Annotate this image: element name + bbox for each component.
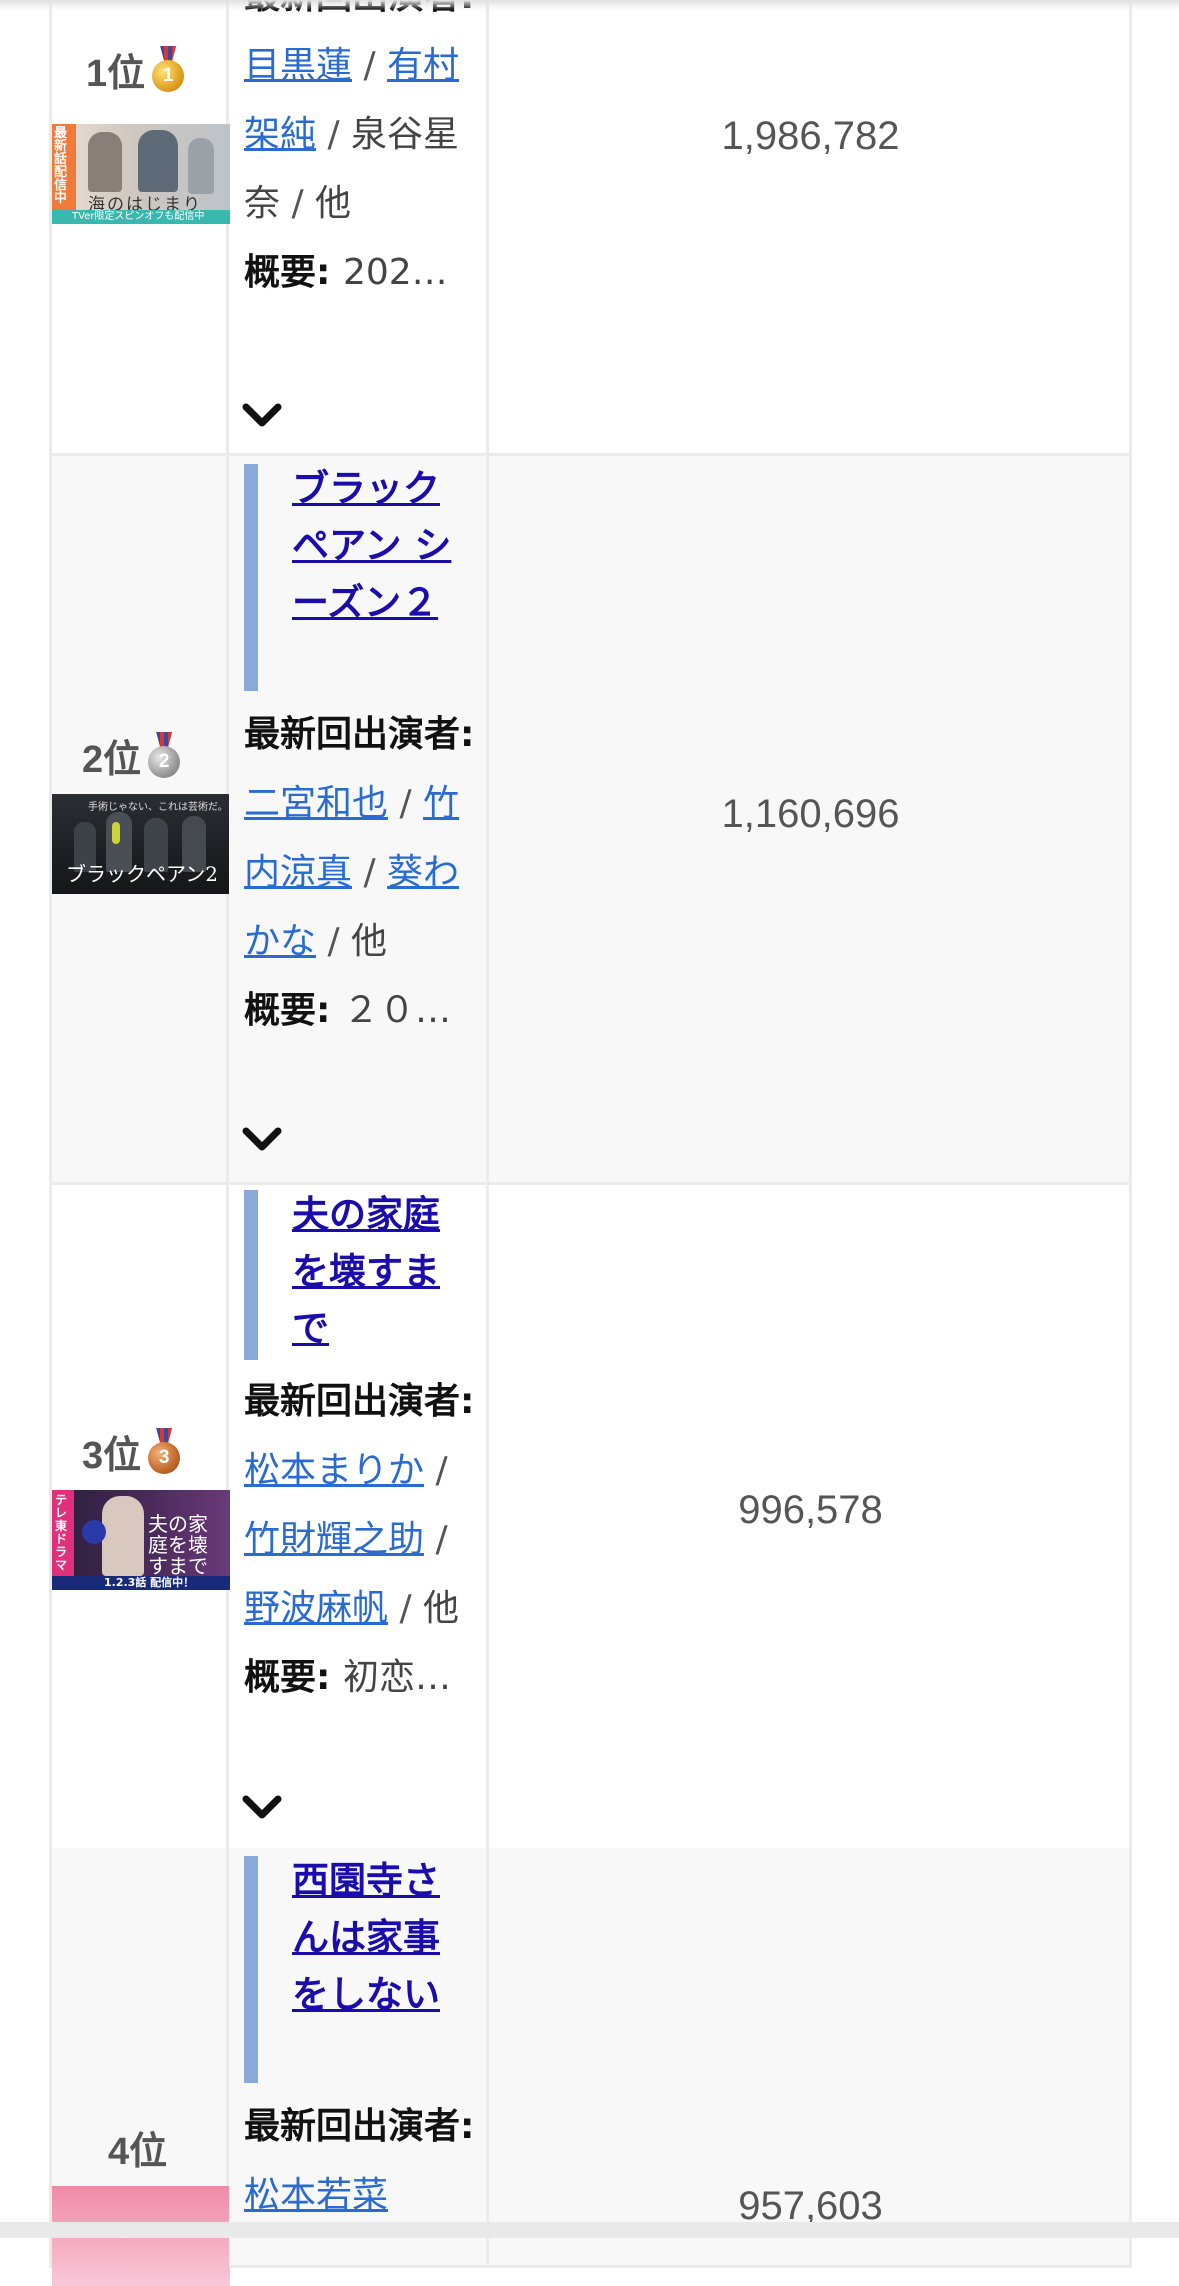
ranking-table: 1位 1 最新話配信中 海のはじまり TVer限定スピンオフも配信中 最新回出演… [49, 0, 1132, 2286]
rank-label: 2位 2 [82, 732, 232, 781]
summary-text: 202… [342, 252, 448, 293]
title-accent-bar [244, 464, 258, 691]
gold-medal-icon: 1 [151, 46, 185, 92]
program-title-link[interactable]: 西園寺さんは家事をしない [292, 1852, 452, 2023]
cast-more: 他 [351, 921, 388, 962]
program-thumbnail[interactable]: 手術じゃない、これは芸術だ。 ブラックペアン2 [52, 794, 230, 894]
silver-medal-icon: 2 [147, 732, 181, 778]
program-info: 最新回出演者: 松本まりか / 竹財輝之助 / 野波麻帆 / 他 概要: 初恋… [244, 1381, 475, 1698]
summary-label: 概要 [244, 252, 317, 293]
rank-label: 3位 3 [82, 1428, 232, 1477]
cast-link[interactable]: 松本若菜 [244, 2175, 388, 2216]
cast-link[interactable]: 竹財輝之助 [244, 1519, 424, 1560]
thumbnail-tagline: 手術じゃない、これは芸術だ。 [88, 802, 228, 813]
program-info: 最新回出演者: 二宮和也 / 竹内涼真 / 葵わかな / 他 概要: ２０… [244, 714, 475, 1031]
table-row: 1位 1 最新話配信中 海のはじまり TVer限定スピンオフも配信中 最新回出演… [49, 0, 1132, 456]
thumbnail-badge: テレ東ドラマ [55, 1493, 68, 1572]
view-count: 996,578 [738, 1488, 883, 1532]
program-thumbnail[interactable]: テレ東ドラマ 夫の家庭を壊すまで 1.2.3話 配信中！ [52, 1490, 230, 1590]
program-title-link[interactable]: 夫の家庭を壊すまで [292, 1186, 452, 1357]
table-row: 4位 西園寺さんは家事をしない 最新回出演者: 松本若菜 957,603 [49, 1848, 1132, 2286]
summary-text: ２０… [342, 990, 451, 1031]
cast-more: 他 [423, 1588, 460, 1629]
thumbnail-footer: TVer限定スピンオフも配信中 [72, 211, 205, 222]
cast-link[interactable]: 野波麻帆 [244, 1588, 388, 1629]
details-cell: ブラックペアン シーズン２ 最新回出演者: 二宮和也 / 竹内涼真 / 葵わかな… [229, 456, 489, 1185]
views-cell: 957,603 [489, 1848, 1132, 2268]
rank-label: 1位 1 [86, 46, 236, 95]
thumbnail-caption: ブラックペアン2 [66, 862, 218, 886]
cast-label: 最新回出演者 [244, 714, 461, 755]
thumbnail-badge: 最新話配信中 [54, 126, 68, 206]
summary-text: 初恋… [342, 1657, 451, 1698]
chevron-down-icon[interactable] [240, 1792, 284, 1822]
chevron-down-icon[interactable] [240, 400, 284, 430]
title-accent-bar [244, 1856, 258, 2083]
program-thumbnail[interactable]: 最新話配信中 海のはじまり TVer限定スピンオフも配信中 [52, 124, 230, 224]
rank-cell: 2位 2 手術じゃない、これは芸術だ。 ブラックペアン2 [49, 456, 232, 1185]
views-cell: 1,986,782 [489, 0, 1132, 456]
program-info: 最新回出演者: 目黒蓮 / 有村架純 / 泉谷星奈 / 他 概要: 202… [244, 0, 484, 307]
thumbnail-footer: 1.2.3話 配信中！ [104, 1576, 195, 1589]
cast-link[interactable]: 二宮和也 [244, 783, 388, 824]
table-row: 3位 3 テレ東ドラマ 夫の家庭を壊すまで 1.2.3話 配信中！ 夫の家庭を壊… [49, 1182, 1132, 1851]
cast-label: 最新回出演者 [244, 2106, 461, 2147]
bronze-medal-icon: 3 [147, 1428, 181, 1474]
table-row: 2位 2 手術じゃない、これは芸術だ。 ブラックペアン2 ブラックペアン シーズ… [49, 456, 1132, 1185]
chevron-down-icon[interactable] [240, 1124, 284, 1154]
details-cell: 西園寺さんは家事をしない 最新回出演者: 松本若菜 [229, 1848, 489, 2268]
title-accent-bar [244, 1190, 258, 1360]
bottom-edge-bar [0, 2222, 1179, 2238]
summary-label: 概要 [244, 990, 317, 1031]
rank-cell: 4位 [49, 1848, 230, 2286]
views-cell: 1,160,696 [489, 456, 1132, 1185]
rank-cell: 3位 3 テレ東ドラマ 夫の家庭を壊すまで 1.2.3話 配信中！ [49, 1182, 232, 1851]
cast-link[interactable]: 松本まりか [244, 1450, 424, 1491]
top-edge-shadow [0, 0, 1179, 10]
program-title-link[interactable]: ブラックペアン シーズン２ [292, 460, 452, 631]
thumbnail-caption: 夫の家庭を壊すまで [148, 1512, 208, 1578]
rank-cell: 1位 1 最新話配信中 海のはじまり TVer限定スピンオフも配信中 [49, 0, 230, 456]
program-info: 最新回出演者: 松本若菜 [244, 2106, 475, 2216]
summary-label: 概要 [244, 1657, 317, 1698]
view-count: 1,160,696 [721, 792, 900, 836]
details-cell: 夫の家庭を壊すまで 最新回出演者: 松本まりか / 竹財輝之助 / 野波麻帆 /… [229, 1182, 489, 1851]
views-cell: 996,578 [489, 1182, 1132, 1851]
cast-more: 他 [315, 183, 352, 224]
view-count: 1,986,782 [721, 114, 900, 158]
cast-link[interactable]: 目黒蓮 [244, 45, 352, 86]
cast-label: 最新回出演者 [244, 1381, 461, 1422]
details-cell: 最新回出演者: 目黒蓮 / 有村架純 / 泉谷星奈 / 他 概要: 202… [229, 0, 489, 456]
